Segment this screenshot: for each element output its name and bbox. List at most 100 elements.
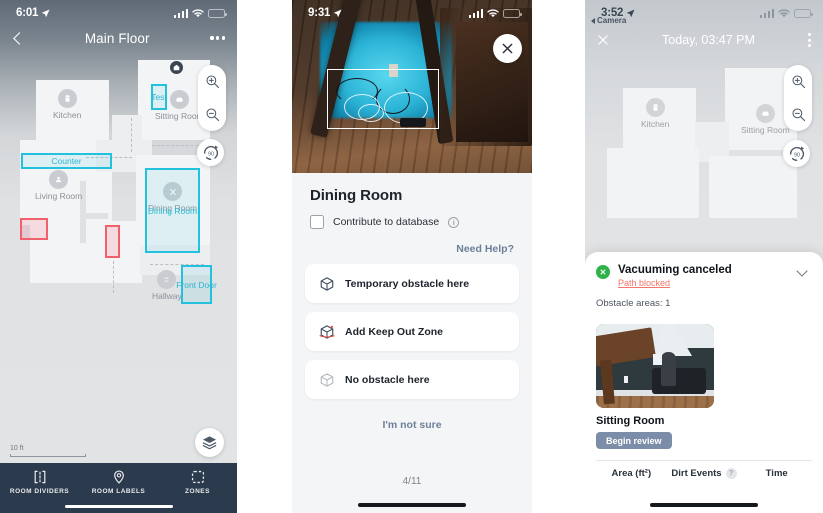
hallway-icon [157,270,177,289]
status-indicators [759,8,813,18]
wifi-icon [778,8,790,17]
option-label: Add Keep Out Zone [345,325,443,338]
rotate-90-button[interactable]: 90 [783,140,810,167]
obstacle-photo[interactable] [292,0,532,173]
room-label-sitting-room[interactable]: Sitting Room [741,104,790,135]
page-title: Main Floor [84,30,150,46]
keep-out-zone-2[interactable] [105,225,120,258]
close-button[interactable] [493,34,522,63]
cellular-bars-icon [759,8,774,18]
stat-label: Dirt Events [671,468,722,479]
zoom-out-icon[interactable] [791,107,806,122]
back-to-camera-link[interactable]: Camera [591,16,626,25]
begin-review-button[interactable]: Begin review [596,432,672,449]
room-label-text: Living Room [35,191,83,201]
map-zoom-controls [198,65,226,131]
rotate-90-button[interactable]: 90 [197,139,224,166]
room-label-living-room[interactable]: Living Room [35,170,82,201]
tab-label: ROOM LABELS [91,488,146,495]
wall-segment-b [82,213,108,219]
option-temporary-obstacle[interactable]: Temporary obstacle here [305,264,519,303]
contribute-checkbox[interactable] [310,215,324,229]
obstacle-thumbnail[interactable] [596,324,714,408]
close-icon [502,43,513,54]
zone-counter[interactable]: Counter [21,153,112,169]
room-divider-a[interactable] [131,118,132,152]
zoom-in-icon[interactable] [205,74,220,89]
room-label-text: Sitting Room [155,111,204,121]
room-divider-d[interactable] [113,261,114,293]
home-indicator [650,503,758,507]
battery-low-icon [794,8,813,18]
status-header: Vacuuming canceled Path blocked [585,252,823,288]
obstacle-room-name: Sitting Room [596,415,665,427]
screenshot-stage: 6:01 Main Floor Kitchen Sitting Room Liv… [0,0,823,513]
help-icon[interactable]: ? [725,468,737,479]
layers-button[interactable] [195,428,224,457]
tab-room-dividers[interactable]: ROOM DIVIDERS [0,469,79,495]
back-app-name: Camera [597,16,627,25]
status-reason[interactable]: Path blocked [618,278,732,288]
zoom-out-icon[interactable] [205,107,220,122]
zone-label: Test [151,92,167,102]
status-bar: 9:31 [292,0,532,24]
zone-front-door[interactable]: Front Door [176,265,217,304]
navigation-bar: Main Floor [0,22,237,54]
status-time-group: 9:31 [308,7,342,19]
map-scale-bar: 10 ft [10,445,86,457]
panel-gap-1 [237,0,292,513]
phone-panel-obstacle-review: 9:31 Dining Room Contribute to database … [292,0,532,513]
cube-icon [320,276,334,291]
photo-cabinet [440,8,532,146]
chevron-down-icon[interactable] [796,265,808,277]
stat-label: Area (ft²) [611,468,652,479]
zone-dining-room[interactable]: Dining Room [145,168,200,253]
room-label-kitchen[interactable]: Kitchen [53,89,81,120]
option-no-obstacle[interactable]: No obstacle here [305,360,519,399]
rotate-90-icon: 90 [789,145,804,161]
room-shape-dining [709,156,797,218]
more-horizontal-icon[interactable] [210,36,225,40]
back-icon[interactable] [13,31,26,45]
close-icon[interactable] [597,34,609,46]
option-label: Temporary obstacle here [345,277,470,290]
need-help-link[interactable]: Need Help? [292,229,532,255]
room-label-text: Kitchen [53,110,82,120]
zone-test[interactable]: Test [151,84,167,110]
zone-label: Counter [51,156,82,166]
fridge-icon [645,98,665,117]
contribute-checkbox-row[interactable]: Contribute to database i [292,204,532,229]
armchair-icon [49,170,69,189]
tab-label: ZONES [185,488,210,495]
location-arrow-icon [333,8,342,17]
option-add-keep-out-zone[interactable]: Add Keep Out Zone [305,312,519,351]
panel-gap-2 [532,0,585,513]
more-vertical-icon[interactable] [807,33,811,47]
cellular-bars-icon [468,8,483,18]
room-label-text: Hallway [152,291,182,301]
back-triangle-icon [591,17,595,24]
obstacle-options-list: Temporary obstacle here Add Keep Out Zon… [292,255,532,399]
not-sure-link[interactable]: I'm not sure [292,419,532,431]
stats-header-row: Area (ft²) Dirt Events ? Time [585,468,823,479]
stat-column-time[interactable]: Time [740,468,813,479]
status-time-group: 6:01 [16,7,50,19]
tab-room-labels[interactable]: ROOM LABELS [79,469,158,495]
dock-icon[interactable] [170,61,183,74]
keep-out-zone-1[interactable] [20,218,48,240]
stat-label: Time [765,468,788,479]
stat-column-dirt-events[interactable]: Dirt Events ? [668,468,741,479]
status-indicators [173,8,227,18]
sofa-icon [169,90,189,109]
zoom-in-icon[interactable] [791,74,806,89]
svg-text:90: 90 [793,152,799,158]
page-title: Today, 03:47 PM [662,33,755,47]
info-icon[interactable]: i [448,216,460,228]
dashed-square-icon [191,470,204,484]
battery-icon [503,8,522,18]
tab-zones[interactable]: ZONES [158,469,237,495]
wifi-icon [487,8,499,17]
room-label-kitchen[interactable]: Kitchen [641,98,669,129]
wifi-icon [192,8,204,17]
stat-column-area[interactable]: Area (ft²) [595,468,668,479]
